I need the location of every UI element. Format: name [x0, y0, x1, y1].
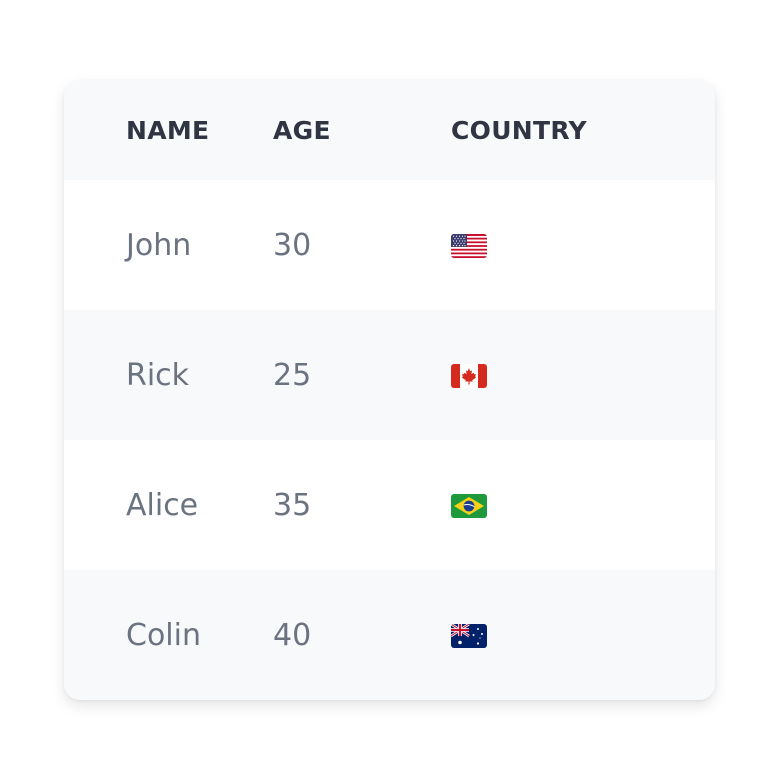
- cell-country: [451, 180, 715, 310]
- cell-age: 35: [273, 487, 312, 523]
- cell-country: [451, 310, 715, 440]
- cell-name: Rick: [126, 357, 190, 393]
- users-table-card: NAME AGE COUNTRY John 30 Rick 25 Alice 3…: [64, 80, 715, 700]
- cell-name: John: [126, 227, 192, 263]
- header-age[interactable]: AGE: [273, 80, 451, 180]
- usa-flag-icon: [451, 234, 487, 258]
- table-row: John 30: [64, 180, 715, 310]
- table-header-row: NAME AGE COUNTRY: [64, 80, 715, 180]
- cell-name: Colin: [126, 617, 201, 653]
- cell-age: 40: [273, 617, 312, 653]
- cell-age: 25: [273, 357, 312, 393]
- brazil-flag-icon: [451, 494, 487, 518]
- users-table: NAME AGE COUNTRY John 30 Rick 25 Alice 3…: [64, 80, 715, 700]
- canada-flag-icon: [451, 364, 487, 388]
- header-country[interactable]: COUNTRY: [451, 80, 715, 180]
- cell-country: [451, 440, 715, 570]
- australia-flag-icon: [451, 624, 487, 648]
- header-name[interactable]: NAME: [64, 80, 273, 180]
- table-row: Rick 25: [64, 310, 715, 440]
- table-row: Colin 40: [64, 570, 715, 700]
- cell-age: 30: [273, 227, 312, 263]
- cell-country: [451, 570, 715, 700]
- table-row: Alice 35: [64, 440, 715, 570]
- cell-name: Alice: [126, 487, 199, 523]
